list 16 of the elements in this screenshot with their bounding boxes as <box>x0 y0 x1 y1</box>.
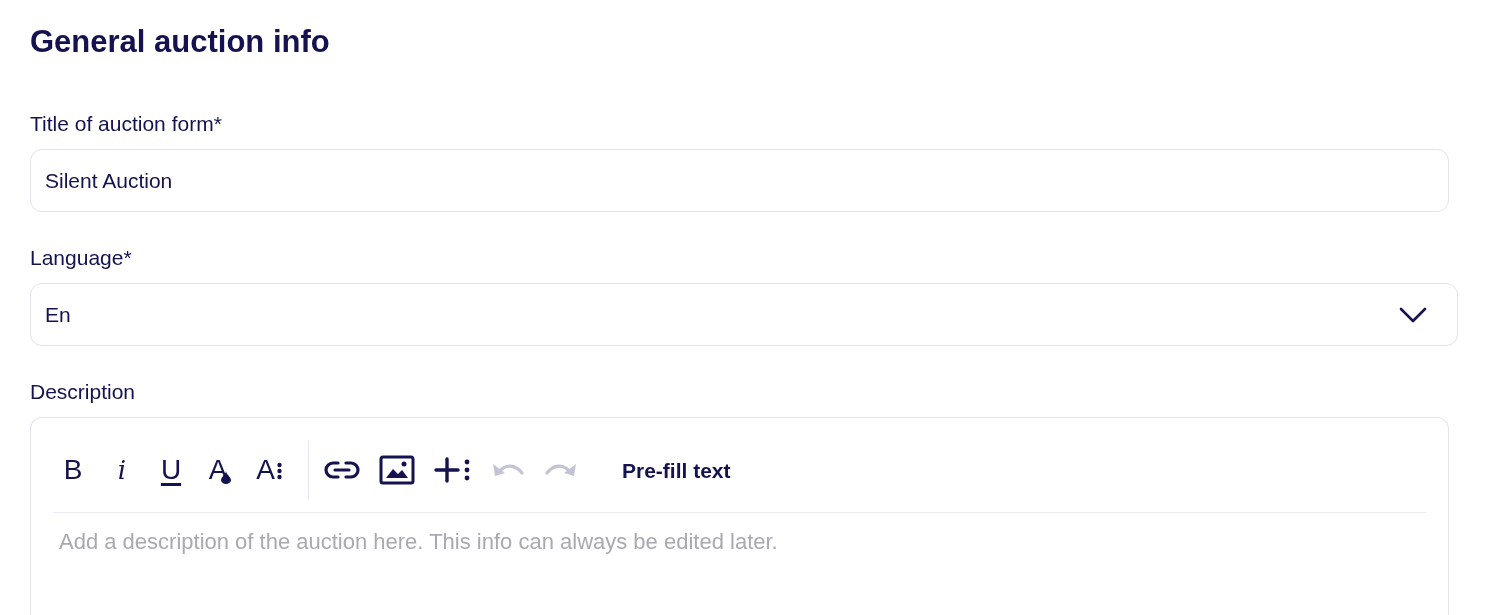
title-input-field[interactable]: Silent Auction <box>30 149 1449 212</box>
chevron-down-icon <box>1399 306 1427 323</box>
link-button[interactable] <box>324 460 360 480</box>
field-label: Title of auction form* <box>30 111 222 137</box>
italic-button[interactable]: i <box>107 453 137 487</box>
language-dropdown[interactable]: En <box>30 283 1458 346</box>
image-button[interactable] <box>379 455 415 485</box>
bold-button[interactable]: B <box>58 453 88 487</box>
section-heading: General auction info <box>30 23 330 61</box>
field-label: Description <box>30 379 136 405</box>
underline-button[interactable]: U <box>156 453 186 487</box>
field-label: Language* <box>30 245 132 271</box>
pre-fill-text-button[interactable]: Pre-fill text <box>622 459 731 483</box>
dots-icon <box>276 462 282 480</box>
text-size-button[interactable]: A <box>254 453 284 487</box>
insert-button[interactable] <box>434 457 472 483</box>
